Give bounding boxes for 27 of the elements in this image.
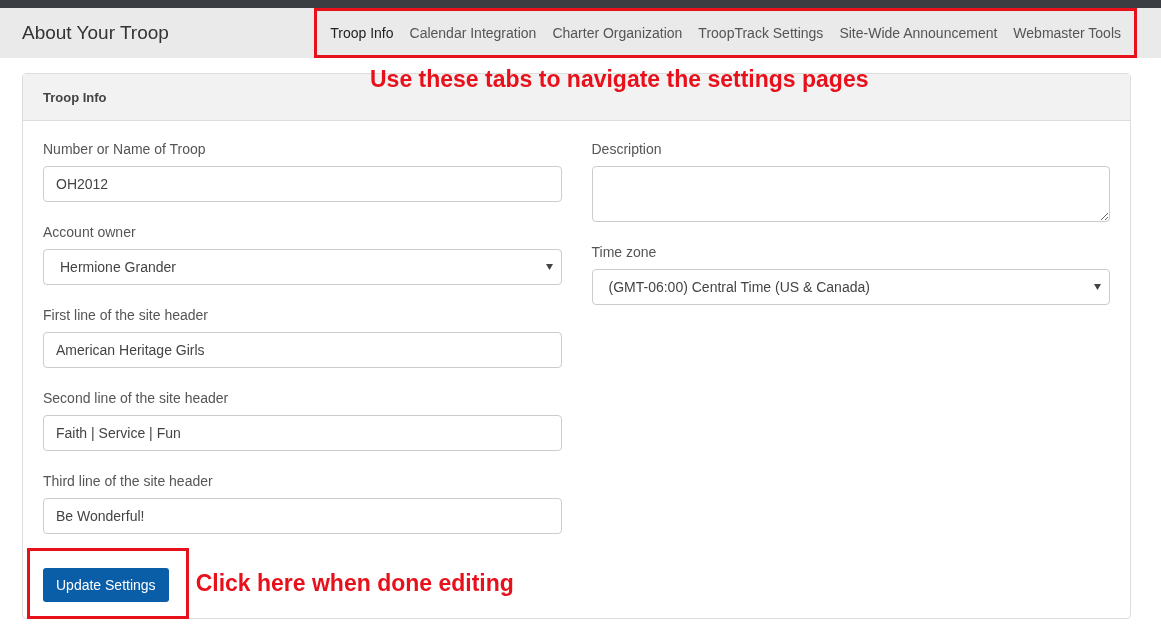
description-field[interactable] bbox=[591, 166, 1110, 222]
field-label: Second line of the site header bbox=[43, 390, 230, 407]
page-title: About Your Troop bbox=[22, 22, 169, 44]
annotation-text: Click here when done editing bbox=[195, 570, 514, 597]
field-label: Description bbox=[591, 141, 663, 158]
text-field[interactable]: Faith | Service | Fun bbox=[43, 415, 562, 451]
card-title: Troop Info bbox=[43, 89, 107, 105]
update-settings-button[interactable]: Update Settings bbox=[43, 568, 169, 602]
text-field[interactable]: American Heritage Girls bbox=[43, 332, 562, 368]
select-field[interactable]: (GMT-06:00) Central Time (US & Canada) bbox=[591, 269, 1110, 305]
settings-tab[interactable]: Site-Wide Announcement bbox=[831, 19, 1006, 47]
caret-icon bbox=[1094, 284, 1101, 290]
settings-tab[interactable]: Webmaster Tools bbox=[1005, 19, 1129, 47]
settings-tab[interactable]: Troop Info bbox=[322, 19, 402, 47]
select-field[interactable]: Hermione Grander bbox=[43, 249, 562, 285]
field-label: First line of the site header bbox=[43, 307, 209, 324]
settings-tab[interactable]: Charter Organization bbox=[544, 19, 691, 47]
text-field[interactable]: Be Wonderful! bbox=[43, 498, 562, 534]
annotation-text: Use these tabs to navigate the settings pages bbox=[370, 66, 869, 93]
settings-tab[interactable]: TroopTrack Settings bbox=[690, 19, 832, 47]
field-label: Account owner bbox=[43, 224, 137, 241]
text-field[interactable]: OH2012 bbox=[43, 166, 562, 202]
settings-tab[interactable]: Calendar Integration bbox=[401, 19, 545, 47]
field-label: Third line of the site header bbox=[43, 473, 214, 490]
caret-icon bbox=[545, 264, 553, 270]
field-label: Time zone bbox=[591, 244, 658, 261]
field-label: Number or Name of Troop bbox=[43, 141, 207, 158]
